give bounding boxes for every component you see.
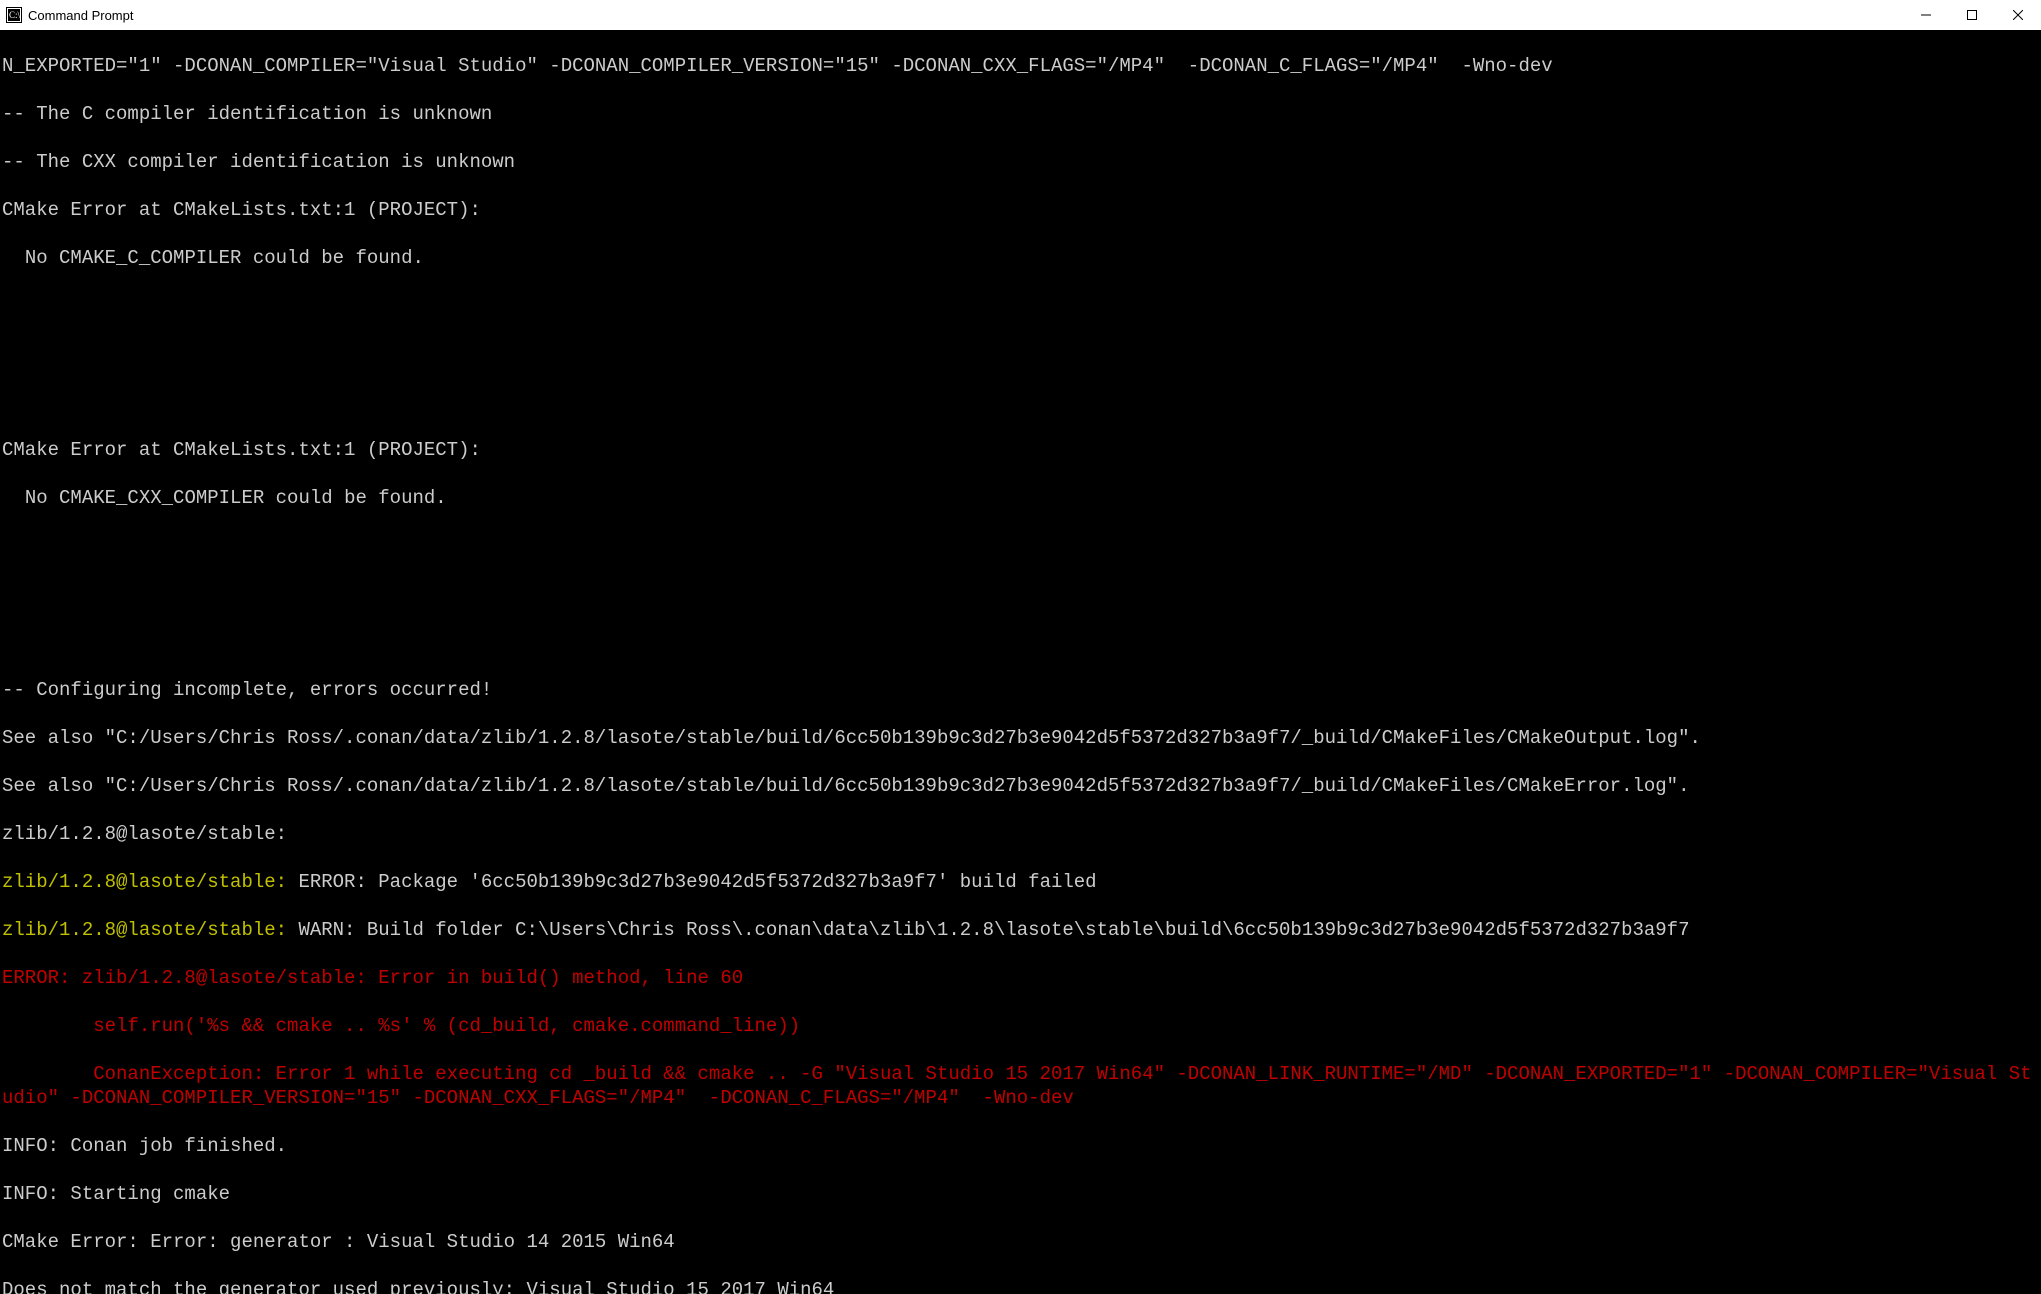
output-error-line: ERROR: zlib/1.2.8@lasote/stable: Error i… bbox=[2, 966, 2039, 990]
output-line: CMake Error at CMakeLists.txt:1 (PROJECT… bbox=[2, 198, 2039, 222]
output-text: ERROR: Package '6cc50b139b9c3d27b3e9042d… bbox=[298, 871, 1096, 893]
titlebar[interactable]: C:\ Command Prompt bbox=[0, 0, 2041, 30]
window-title: Command Prompt bbox=[28, 8, 133, 23]
output-line: CMake Error: Error: generator : Visual S… bbox=[2, 1230, 2039, 1254]
output-line: zlib/1.2.8@lasote/stable: ERROR: Package… bbox=[2, 870, 2039, 894]
svg-text:C:\: C:\ bbox=[9, 10, 21, 20]
output-line: N_EXPORTED="1" -DCONAN_COMPILER="Visual … bbox=[2, 54, 2039, 78]
output-text: WARN: Build folder C:\Users\Chris Ross\.… bbox=[298, 919, 1689, 941]
output-error-line: self.run('%s && cmake .. %s' % (cd_build… bbox=[2, 1014, 2039, 1038]
close-button[interactable] bbox=[1995, 0, 2041, 30]
output-line: See also "C:/Users/Chris Ross/.conan/dat… bbox=[2, 726, 2039, 750]
package-prefix: zlib/1.2.8@lasote/stable: bbox=[2, 871, 298, 893]
output-blank bbox=[2, 342, 2039, 366]
command-prompt-window: C:\ Command Prompt N_EXPORTED="1" -DCONA… bbox=[0, 0, 2041, 1294]
output-blank bbox=[2, 390, 2039, 414]
package-prefix: zlib/1.2.8@lasote/stable: bbox=[2, 919, 298, 941]
output-blank bbox=[2, 534, 2039, 558]
output-line: No CMAKE_CXX_COMPILER could be found. bbox=[2, 486, 2039, 510]
output-line: -- The CXX compiler identification is un… bbox=[2, 150, 2039, 174]
output-line: zlib/1.2.8@lasote/stable: WARN: Build fo… bbox=[2, 918, 2039, 942]
output-line: See also "C:/Users/Chris Ross/.conan/dat… bbox=[2, 774, 2039, 798]
output-line: -- The C compiler identification is unkn… bbox=[2, 102, 2039, 126]
output-line: zlib/1.2.8@lasote/stable: bbox=[2, 822, 2039, 846]
output-line: Does not match the generator used previo… bbox=[2, 1278, 2039, 1294]
maximize-button[interactable] bbox=[1949, 0, 1995, 30]
minimize-button[interactable] bbox=[1903, 0, 1949, 30]
output-blank bbox=[2, 582, 2039, 606]
command-prompt-icon: C:\ bbox=[6, 7, 22, 23]
terminal-output[interactable]: N_EXPORTED="1" -DCONAN_COMPILER="Visual … bbox=[0, 30, 2041, 1294]
output-blank bbox=[2, 630, 2039, 654]
output-error-line: ConanException: Error 1 while executing … bbox=[2, 1062, 2039, 1110]
output-line: -- Configuring incomplete, errors occurr… bbox=[2, 678, 2039, 702]
output-line: INFO: Starting cmake bbox=[2, 1182, 2039, 1206]
output-blank bbox=[2, 294, 2039, 318]
output-line: No CMAKE_C_COMPILER could be found. bbox=[2, 246, 2039, 270]
output-line: CMake Error at CMakeLists.txt:1 (PROJECT… bbox=[2, 438, 2039, 462]
output-line: INFO: Conan job finished. bbox=[2, 1134, 2039, 1158]
